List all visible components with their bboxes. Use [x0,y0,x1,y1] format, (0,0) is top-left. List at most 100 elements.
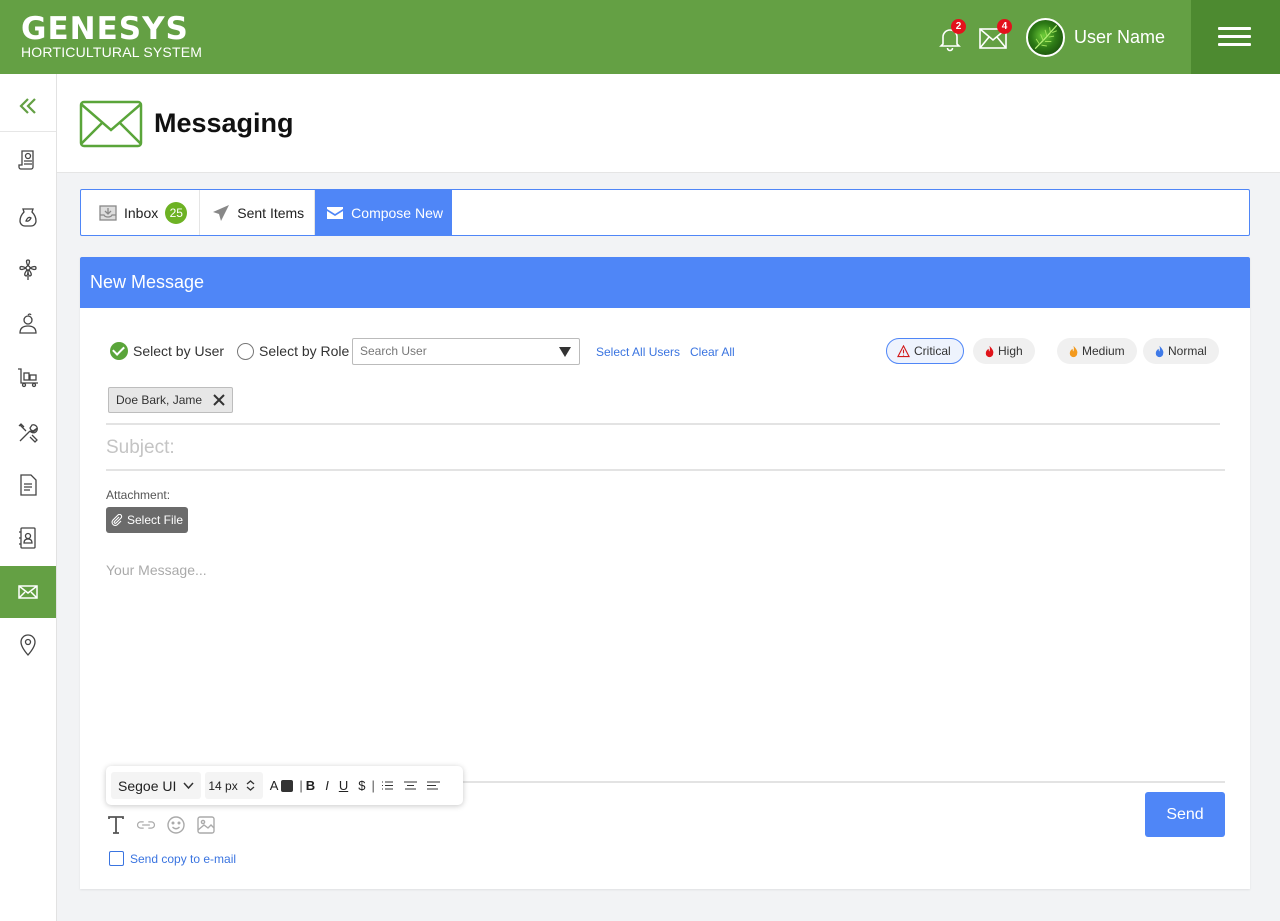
select-file-label: Select File [127,513,184,527]
priority-critical-label: Critical [914,344,951,358]
sidebar-item-certificates[interactable] [0,134,56,186]
logo-subtitle: HORTICULTURAL SYSTEM [21,44,203,60]
insert-image-button[interactable] [196,815,216,835]
sidebar-item-maintenance[interactable] [0,407,56,459]
user-name[interactable]: User Name [1074,27,1165,48]
sidebar [0,74,57,921]
message-textarea[interactable]: Your Message... [106,562,1224,762]
warning-icon [897,344,910,357]
page-header: Messaging [57,74,1280,173]
document-icon [20,474,37,496]
sidebar-item-locations[interactable] [0,619,56,671]
sidebar-item-messaging[interactable] [0,566,56,618]
priority-high[interactable]: High [973,338,1035,364]
message-tabs: Inbox 25 Sent Items Compose New [80,189,1250,236]
flame-blue-icon [1155,345,1164,357]
send-copy-option: Send copy to e-mail [109,851,236,866]
paper-plane-icon [213,204,230,221]
panel-title: New Message [80,257,1250,308]
search-user-select[interactable]: Search User [352,338,580,365]
italic-button[interactable]: I [325,778,329,793]
location-pin-icon [20,634,36,656]
select-by-user-label[interactable]: Select by User [133,343,224,359]
font-family-value: Segoe UI [118,777,177,794]
sidebar-item-orders[interactable] [0,351,56,403]
font-size-value: 14 px [208,778,238,793]
flower-icon [19,259,37,280]
double-chevron-left-icon [19,98,36,114]
chevron-down-icon [183,782,194,790]
avatar[interactable] [1026,18,1065,57]
priority-critical[interactable]: Critical [886,338,964,364]
select-by-role-label[interactable]: Select by Role [259,343,349,359]
logo-brand: GENESYS [21,11,189,47]
text-format-button[interactable] [106,815,126,835]
align-left-button[interactable] [426,779,440,792]
search-user-placeholder: Search User [360,344,427,358]
up-down-arrows-icon [246,780,255,791]
paperclip-icon [111,514,123,526]
contact-book-icon [19,527,36,549]
priority-medium-label: Medium [1082,344,1125,358]
image-icon [197,816,215,834]
emoji-icon [167,816,185,834]
subject-input[interactable]: Subject: [106,437,1224,459]
sidebar-item-contacts[interactable] [0,512,56,564]
hamburger-icon-line [1218,35,1251,38]
bold-button[interactable]: B [306,778,315,793]
recipient-name: Doe Bark, Jame [116,393,203,407]
select-file-button[interactable]: Select File [106,507,188,533]
clear-all-link[interactable]: Clear All [690,345,735,359]
envelope-icon [327,206,344,219]
text-color-button[interactable]: A [270,778,294,793]
text-color-label: A [269,778,279,793]
divider [106,469,1225,471]
insert-emoji-button[interactable] [166,815,186,835]
priority-medium[interactable]: Medium [1057,338,1137,364]
page-title: Messaging [154,108,294,138]
envelope-icon [18,585,38,599]
formatting-toolbar: Segoe UI 14 px A | B I U $ | [106,766,463,805]
select-by-user-radio[interactable] [110,342,128,360]
attachment-label: Attachment: [106,488,171,502]
align-center-button[interactable] [403,779,417,792]
messages-button[interactable]: 4 [978,19,1012,52]
notifications-button[interactable]: 2 [935,19,966,52]
remove-recipient-button[interactable] [206,388,232,412]
tab-compose-new[interactable]: Compose New [315,190,452,235]
tab-compose-label: Compose New [351,204,443,221]
hamburger-icon [1218,27,1251,30]
recipient-chip: Doe Bark, Jame [108,387,234,413]
send-copy-checkbox[interactable] [109,851,124,866]
insert-link-button[interactable] [136,815,156,835]
sidebar-item-documents[interactable] [0,459,56,511]
priority-normal-label: Normal [1168,344,1207,358]
sidebar-item-growers[interactable] [0,298,56,350]
toolbar-separator: | [299,778,303,793]
font-family-select[interactable]: Segoe UI [111,772,202,799]
tab-inbox[interactable]: Inbox 25 [81,190,201,235]
text-format-icon [108,816,124,834]
select-all-users-link[interactable]: Select All Users [596,345,680,359]
bullet-list-button[interactable] [381,779,394,792]
font-size-select[interactable]: 14 px [205,772,263,799]
inbox-count-badge: 25 [165,201,188,224]
editor-tools [106,815,226,835]
fern-icon [1034,24,1058,50]
sidebar-item-plants[interactable] [0,244,56,296]
align-center-icon [403,781,417,790]
user-plant-icon [19,313,37,334]
select-by-role-radio[interactable] [237,342,255,360]
collapse-sidebar-button[interactable] [0,74,56,132]
flame-orange-icon [1069,345,1078,357]
menu-button[interactable] [1191,0,1280,74]
send-copy-label[interactable]: Send copy to e-mail [130,852,236,866]
send-button[interactable]: Send [1145,792,1225,837]
sidebar-item-seeds[interactable] [0,191,56,243]
underline-button[interactable]: U [339,778,348,793]
strikethrough-button[interactable]: $ [358,778,365,793]
close-icon [213,394,225,406]
priority-normal[interactable]: Normal [1143,338,1219,364]
tab-sent-items[interactable]: Sent Items [200,190,316,235]
logo[interactable]: GENESYS HORTICULTURAL SYSTEM [21,12,202,59]
